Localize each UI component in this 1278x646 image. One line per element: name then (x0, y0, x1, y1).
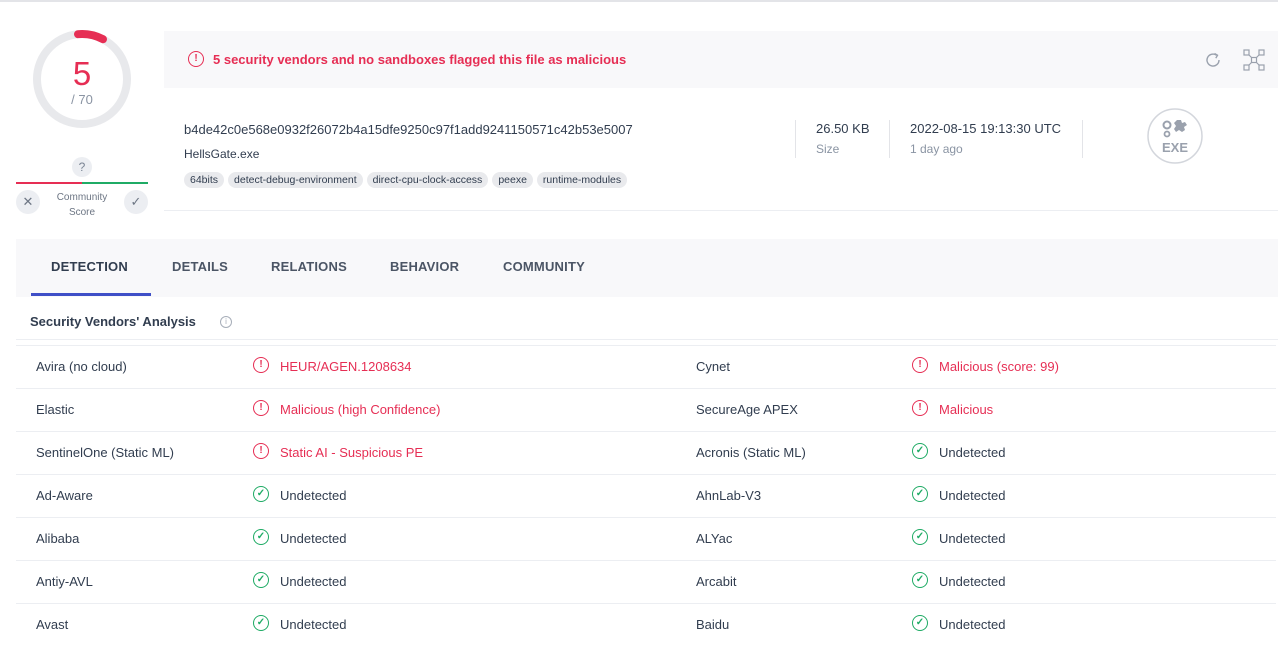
analysis-date-relative: 1 day ago (910, 142, 963, 156)
vendor-name: ALYac (696, 531, 733, 546)
vendor-result: Undetected (280, 574, 347, 589)
undetected-check-icon: ✓ (912, 529, 928, 545)
exe-file-type-icon: EXE (1147, 108, 1203, 164)
vendor-name: Arcabit (696, 574, 737, 589)
vendor-result: Malicious (high Confidence) (280, 402, 441, 417)
alert-icon: ! (188, 51, 204, 67)
tab-relations[interactable]: RELATIONS (271, 259, 347, 274)
vendor-name: SentinelOne (Static ML) (36, 445, 175, 460)
undetected-check-icon: ✓ (253, 572, 269, 588)
file-tag[interactable]: 64bits (184, 172, 225, 188)
malicious-alert-icon: ! (912, 400, 928, 416)
file-size-label: Size (816, 142, 840, 156)
score-arc (74, 30, 107, 44)
undetected-check-icon: ✓ (912, 615, 928, 631)
malicious-alert-icon: ! (253, 443, 269, 459)
tab-bar: DETECTION DETAILS RELATIONS BEHAVIOR COM… (16, 239, 1278, 297)
divider (795, 120, 796, 158)
vendor-result: Undetected (939, 488, 1006, 503)
analysis-date-value: 2022-08-15 19:13:30 UTC (910, 121, 1062, 136)
tab-behavior[interactable]: BEHAVIOR (390, 259, 459, 274)
community-vote-harmless-button[interactable]: ✓ (124, 190, 148, 214)
undetected-check-icon: ✓ (253, 486, 269, 502)
file-tag[interactable]: direct-cpu-clock-access (366, 172, 489, 188)
file-hash[interactable]: b4de42c0e568e0932f26072b4a15dfe9250c97f1… (184, 122, 633, 137)
vendor-result: Undetected (939, 531, 1006, 546)
vendor-name: Ad-Aware (36, 488, 93, 503)
vendor-name: Cynet (696, 359, 730, 374)
vendor-row: Alibaba ✓ Undetected ALYac ✓ Undetected (16, 517, 1276, 560)
divider (889, 120, 890, 158)
vendor-result: Undetected (939, 445, 1006, 460)
vendor-result: Malicious (score: 99) (939, 359, 1059, 374)
community-score-label: Community Score (44, 190, 120, 220)
banner-text: 5 security vendors and no sandboxes flag… (213, 52, 627, 67)
file-name: HellsGate.exe (184, 147, 260, 161)
file-size-value: 26.50 KB (816, 121, 870, 136)
file-info-panel: b4de42c0e568e0932f26072b4a15dfe9250c97f1… (164, 88, 1278, 211)
vendor-name: Alibaba (36, 531, 80, 546)
divider (1082, 120, 1083, 158)
top-border (0, 0, 1278, 2)
vendor-result: Undetected (280, 488, 347, 503)
file-tag[interactable]: detect-debug-environment (228, 172, 363, 188)
undetected-check-icon: ✓ (912, 572, 928, 588)
vendor-row: Avira (no cloud)! HEUR/AGEN.1208634 Cynet!… (16, 345, 1276, 388)
tab-detection[interactable]: DETECTION (51, 259, 128, 274)
x-icon: ✕ (22, 194, 34, 209)
file-tag[interactable]: runtime-modules (536, 172, 628, 188)
info-icon[interactable]: i (220, 316, 232, 328)
detection-banner: ! 5 security vendors and no sandboxes fl… (164, 31, 1278, 88)
detection-score-gauge: 5 / 70 (31, 28, 133, 130)
vendor-result: Undetected (939, 617, 1006, 632)
undetected-check-icon: ✓ (912, 486, 928, 502)
vendor-name: AhnLab-V3 (696, 488, 762, 503)
malicious-alert-icon: ! (253, 400, 269, 416)
vendor-row: SentinelOne (Static ML)! Static AI - Susp… (16, 431, 1276, 474)
vendor-name: Baidu (696, 617, 730, 632)
check-icon: ✓ (130, 194, 142, 209)
community-label-line2: Score (68, 207, 96, 218)
vendor-row: Antiy-AVL ✓ Undetected Arcabit ✓ Undetected (16, 560, 1276, 603)
graph-view-icon[interactable] (1242, 48, 1266, 72)
vendor-result: Static AI - Suspicious PE (280, 445, 424, 460)
file-tag[interactable]: peexe (492, 172, 533, 188)
reanalyze-icon[interactable] (1202, 49, 1224, 71)
community-bar-positive (82, 182, 148, 184)
community-score-bar (16, 182, 148, 184)
undetected-check-icon: ✓ (253, 615, 269, 631)
community-label-line1: Community (56, 192, 108, 203)
vendor-name: Elastic (36, 402, 75, 417)
vendor-name: Avast (36, 617, 69, 632)
vendor-row: Elastic! Malicious (high Confidence) Secur… (16, 388, 1276, 431)
vendor-result: HEUR/AGEN.1208634 (280, 359, 412, 374)
malicious-alert-icon: ! (912, 357, 928, 373)
undetected-check-icon: ✓ (912, 443, 928, 459)
community-score-value: ? (72, 157, 92, 177)
vendor-result: Undetected (939, 574, 1006, 589)
section-title: Security Vendors' Analysis (30, 314, 196, 329)
vendor-name: Antiy-AVL (36, 574, 93, 589)
active-tab-indicator (31, 293, 151, 296)
community-vote-malicious-button[interactable]: ✕ (16, 190, 40, 214)
undetected-check-icon: ✓ (253, 529, 269, 545)
divider (16, 339, 1278, 340)
vendor-result: Malicious (939, 402, 994, 417)
vendors-table: Avira (no cloud)! HEUR/AGEN.1208634 Cynet!… (16, 345, 1276, 646)
vendor-result: Undetected (280, 617, 347, 632)
vendor-name: Avira (no cloud) (36, 359, 127, 374)
vendor-row: Ad-Aware ✓ Undetected AhnLab-V3 ✓ Undetected (16, 474, 1276, 517)
score-total: / 70 (71, 92, 93, 107)
vendor-name: Acronis (Static ML) (696, 445, 806, 460)
file-tags: 64bits detect-debug-environment direct-cpu… (184, 172, 628, 188)
tab-community[interactable]: COMMUNITY (503, 259, 585, 274)
score-detections: 5 (72, 55, 92, 92)
vendor-result: Undetected (280, 531, 347, 546)
community-bar-negative (16, 182, 82, 184)
vendor-row: Avast ✓ Undetected Baidu ✓ Undetected (16, 603, 1276, 646)
vendor-name: SecureAge APEX (696, 402, 798, 417)
tab-details[interactable]: DETAILS (172, 259, 228, 274)
malicious-alert-icon: ! (253, 357, 269, 373)
exe-label: EXE (1162, 140, 1188, 155)
